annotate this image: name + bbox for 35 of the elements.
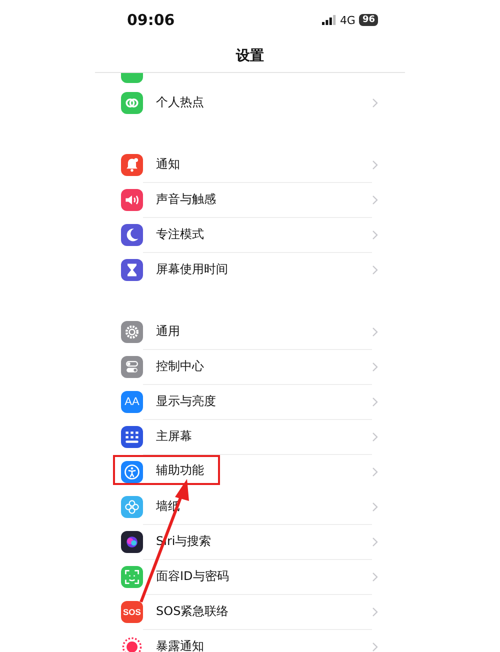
settings-item[interactable]: 控制中心 <box>156 358 204 374</box>
chevron-icon <box>372 98 378 108</box>
chevron-icon <box>372 396 378 406</box>
chevron-icon <box>372 536 378 546</box>
settings-item[interactable]: 屏幕使用时间 <box>156 261 228 278</box>
settings-item[interactable]: 通知 <box>156 156 180 172</box>
settings-item[interactable]: 通用 <box>156 322 180 340</box>
chevron-icon <box>372 264 378 274</box>
chevron-icon <box>372 432 378 442</box>
chevron-icon <box>372 362 378 372</box>
settings-item[interactable]: 暴露通知 <box>156 638 204 652</box>
settings-item[interactable]: 显示与亮度 <box>156 392 216 410</box>
settings-item[interactable]: 主屏幕 <box>156 428 192 444</box>
chevron-icon <box>372 606 378 616</box>
network-label: 4G <box>340 14 356 26</box>
chevron-icon <box>372 194 378 204</box>
app-icon: SOS <box>121 600 143 622</box>
battery-level: 96 <box>359 14 378 26</box>
status-time: 09:06 <box>127 11 175 29</box>
settings-item[interactable]: 个人热点 <box>156 94 204 111</box>
chevron-icon <box>372 230 378 240</box>
app-icon: AA <box>121 390 143 412</box>
settings-item[interactable]: 声音与触感 <box>156 190 216 208</box>
chevron-icon <box>372 466 378 476</box>
chevron-icon <box>372 642 378 652</box>
chevron-icon <box>372 502 378 512</box>
page-title: 设置 <box>236 47 264 65</box>
settings-item[interactable]: 专注模式 <box>156 226 204 242</box>
settings-item[interactable]: 面容ID与密码 <box>156 568 229 584</box>
settings-item[interactable]: SOS紧急联络 <box>156 602 229 620</box>
chevron-icon <box>372 326 378 336</box>
signal-icon <box>322 15 336 25</box>
settings-item[interactable]: 辅助功能 <box>156 462 204 478</box>
chevron-icon <box>372 160 378 170</box>
chevron-icon <box>372 572 378 582</box>
